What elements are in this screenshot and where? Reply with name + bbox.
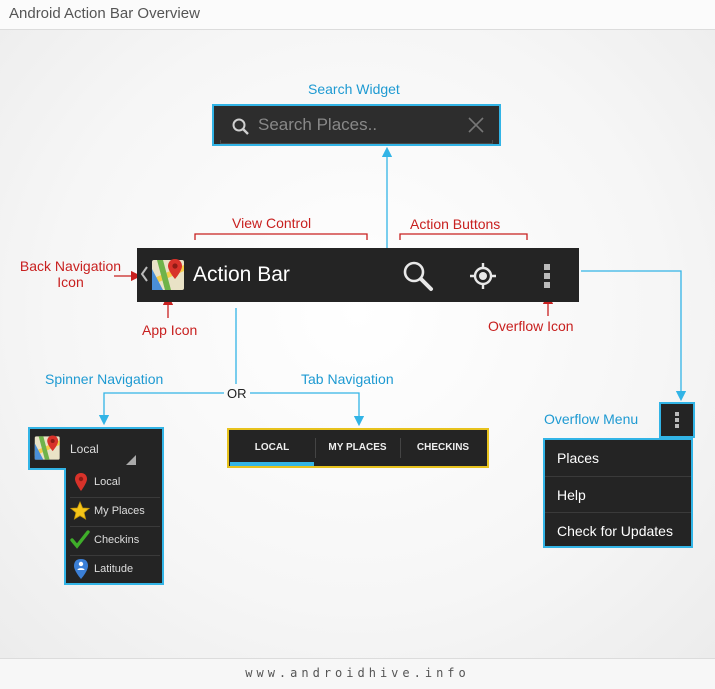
search-widget-label: Search Widget	[308, 81, 400, 97]
spinner-connector	[98, 392, 224, 426]
search-widget[interactable]: Search Places..	[212, 104, 501, 146]
tab-local[interactable]: LOCAL	[229, 430, 315, 466]
tab-checkins[interactable]: CHECKINS	[400, 430, 486, 466]
star-icon	[69, 500, 91, 526]
list-item[interactable]: Local	[66, 468, 162, 497]
list-item[interactable]: My Places	[66, 497, 162, 526]
latitude-person-icon	[73, 559, 89, 584]
my-location-icon[interactable]	[469, 262, 497, 295]
back-navigation-icon[interactable]	[140, 265, 148, 288]
app-icon-label: App Icon	[142, 322, 198, 338]
menu-item-places[interactable]: Places	[545, 440, 691, 476]
view-control-bracket	[194, 233, 368, 240]
list-item[interactable]: Latitude	[66, 555, 162, 584]
overflow-icon	[674, 411, 680, 434]
search-input[interactable]: Search Places..	[258, 115, 377, 135]
spinner-navigation-label: Spinner Navigation	[45, 371, 164, 387]
spinner-navigation[interactable]: Local	[28, 427, 164, 470]
spinner-dropdown: Local My Places Checkins Latitude	[64, 468, 164, 585]
overflow-icon-label: Overflow Icon	[488, 318, 574, 334]
close-icon[interactable]	[468, 117, 484, 138]
search-underline	[220, 140, 493, 144]
action-buttons-bracket	[399, 233, 528, 240]
action-buttons-label: Action Buttons	[410, 216, 501, 232]
action-bar: Action Bar	[137, 248, 579, 302]
tab-selected-indicator	[230, 462, 314, 466]
tab-navigation-label: Tab Navigation	[301, 371, 394, 387]
menu-item-help[interactable]: Help	[545, 477, 691, 513]
overflow-menu-button[interactable]	[659, 402, 695, 438]
tab-navigation: LOCAL MY PLACES CHECKINS	[227, 428, 489, 468]
map-pin-icon	[74, 473, 88, 496]
overflow-menu-connector	[581, 270, 687, 402]
tab-my-places[interactable]: MY PLACES	[315, 430, 400, 466]
footer: www.androidhive.info	[0, 658, 715, 689]
view-control-label: View Control	[232, 215, 312, 231]
checkmark-icon	[70, 529, 90, 554]
list-item[interactable]: Checkins	[66, 526, 162, 555]
overflow-menu: Places Help Check for Updates	[543, 438, 693, 548]
menu-item-check-for-updates[interactable]: Check for Updates	[545, 513, 691, 549]
search-icon	[232, 118, 250, 141]
maps-app-icon[interactable]	[151, 257, 187, 298]
action-bar-title: Action Bar	[193, 263, 290, 286]
footer-site-link: www.androidhive.info	[245, 666, 470, 680]
maps-app-icon	[34, 434, 62, 467]
back-navigation-label: Back Navigation Icon	[19, 258, 122, 290]
overflow-icon[interactable]	[543, 263, 551, 294]
or-label: OR	[227, 386, 247, 401]
search-action-icon[interactable]	[402, 260, 434, 297]
spinner-selected: Local	[70, 442, 99, 456]
tab-connector	[250, 392, 365, 427]
overflow-menu-label: Overflow Menu	[544, 411, 639, 427]
